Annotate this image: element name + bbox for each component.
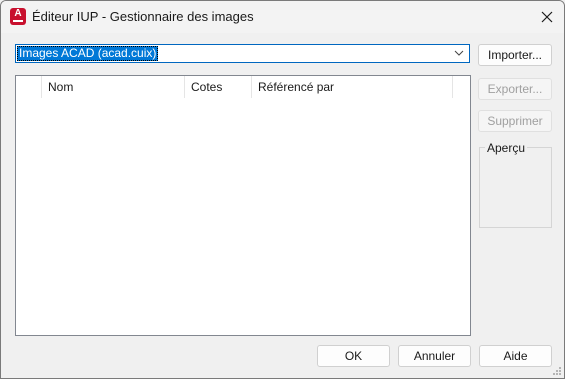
ok-button[interactable]: OK xyxy=(317,345,390,367)
cancel-button[interactable]: Annuler xyxy=(398,345,471,367)
image-source-selected: Images ACAD (acad.cuix) xyxy=(17,46,159,61)
resize-grip-icon[interactable] xyxy=(552,366,562,376)
title-bar[interactable]: A Éditeur IUP - Gestionnaire des images xyxy=(1,1,564,33)
delete-button[interactable]: Supprimer xyxy=(478,110,552,132)
image-list[interactable]: Nom Cotes Référencé par xyxy=(15,75,471,336)
window-title: Éditeur IUP - Gestionnaire des images xyxy=(32,9,254,24)
app-icon-letter: A xyxy=(14,8,22,19)
close-icon xyxy=(541,11,553,23)
image-manager-dialog: A Éditeur IUP - Gestionnaire des images … xyxy=(0,0,565,379)
preview-box xyxy=(479,147,552,228)
autocad-app-icon: A xyxy=(10,8,26,25)
help-button[interactable]: Aide xyxy=(479,345,552,367)
column-header-blank[interactable] xyxy=(16,76,42,98)
column-header-name[interactable]: Nom xyxy=(42,76,185,98)
close-button[interactable] xyxy=(530,1,564,33)
chevron-down-icon xyxy=(454,50,464,56)
preview-label: Aperçu xyxy=(485,141,528,155)
list-header: Nom Cotes Référencé par xyxy=(16,76,470,99)
column-header-dimensions[interactable]: Cotes xyxy=(185,76,252,98)
export-button[interactable]: Exporter... xyxy=(478,78,552,100)
app-icon-strip xyxy=(13,20,23,22)
image-source-dropdown[interactable]: Images ACAD (acad.cuix) xyxy=(15,44,470,63)
import-button[interactable]: Importer... xyxy=(478,44,552,66)
column-header-referenced-by[interactable]: Référencé par xyxy=(252,76,453,98)
